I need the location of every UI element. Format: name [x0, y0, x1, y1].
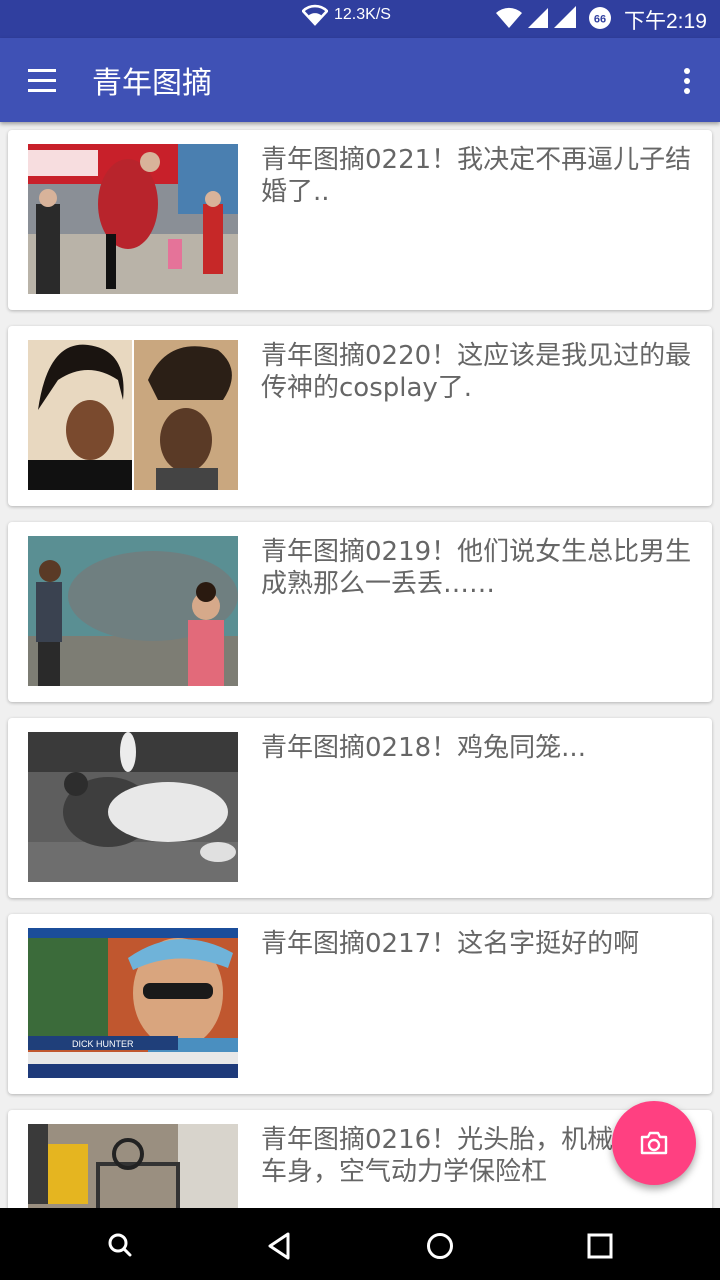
article-card[interactable]: 青年图摘0218！鸡兔同笼...	[8, 718, 712, 898]
article-card[interactable]: DICK HUNTER 青年图摘0217！这名字挺好的啊	[8, 914, 712, 1094]
app-title: 青年图摘	[92, 66, 212, 101]
article-thumbnail	[28, 340, 238, 490]
back-icon[interactable]	[260, 1226, 300, 1266]
app-bar: 青年图摘	[0, 38, 720, 122]
home-icon[interactable]	[420, 1226, 460, 1266]
network-speed: 12.3K/S	[334, 6, 391, 23]
status-bar: 12.3K/S 66 下午2:19	[0, 0, 720, 38]
clock: 下午2:19	[624, 10, 707, 33]
wifi-icon	[301, 4, 329, 30]
cell-signal-icon	[528, 6, 576, 28]
article-thumbnail: DICK HUNTER	[28, 928, 238, 1078]
article-title: 青年图摘0218！鸡兔同笼...	[261, 733, 586, 763]
wifi-signal-icon	[496, 7, 522, 28]
svg-text:DICK HUNTER: DICK HUNTER	[72, 1039, 134, 1049]
article-card[interactable]: 青年图摘0220！这应该是我见过的最传神的cosplay了.	[8, 326, 712, 506]
article-card[interactable]: 青年图摘0219！他们说女生总比男生成熟那么一丢丢……	[8, 522, 712, 702]
camera-icon	[640, 1131, 668, 1155]
article-title: 青年图摘0220！这应该是我见过的最传神的cosplay了.	[261, 341, 692, 403]
battery-icon: 66	[589, 7, 611, 29]
article-thumbnail	[28, 732, 238, 882]
article-card[interactable]: 青年图摘0221！我决定不再逼儿子结婚了..	[8, 130, 712, 310]
article-thumbnail	[28, 144, 238, 294]
article-title: 青年图摘0217！这名字挺好的啊	[261, 929, 640, 959]
recents-icon[interactable]	[580, 1226, 620, 1266]
article-thumbnail	[28, 536, 238, 686]
system-nav-bar	[0, 1208, 720, 1280]
article-title: 青年图摘0221！我决定不再逼儿子结婚了..	[261, 145, 692, 207]
status-icons: 66	[496, 6, 616, 36]
camera-fab-button[interactable]	[612, 1101, 696, 1185]
menu-icon[interactable]	[22, 60, 62, 100]
svg-text:66: 66	[594, 14, 606, 26]
article-thumbnail	[28, 1124, 238, 1208]
more-options-icon[interactable]	[672, 60, 702, 100]
search-icon[interactable]	[100, 1226, 140, 1266]
article-title: 青年图摘0219！他们说女生总比男生成熟那么一丢丢……	[261, 537, 692, 599]
article-card[interactable]: 青年图摘0216！光头胎，机械防滚架车身，空气动力学保险杠	[8, 1110, 712, 1208]
article-list[interactable]: 青年图摘0221！我决定不再逼儿子结婚了.. 青年图摘0220！这应该是我见过的…	[0, 122, 720, 1208]
